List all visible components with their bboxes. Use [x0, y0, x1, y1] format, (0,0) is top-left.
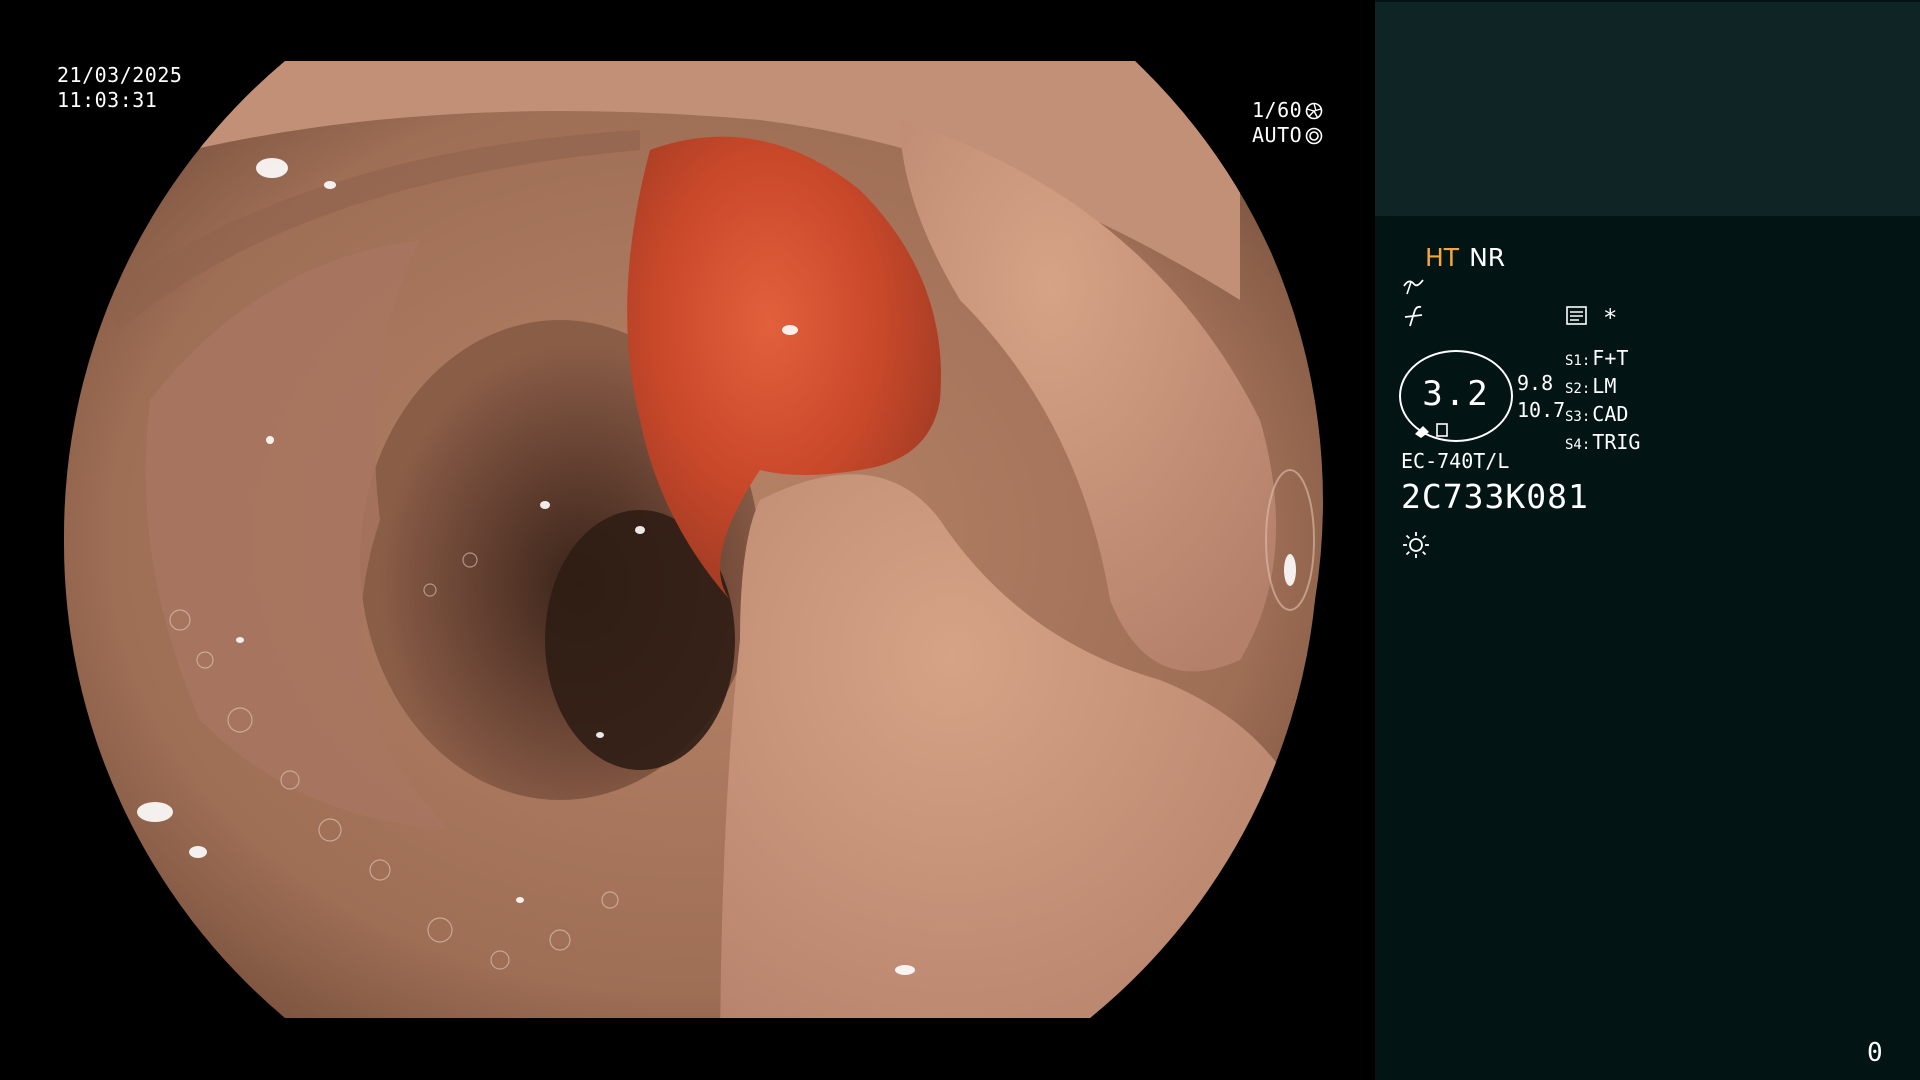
date-text: 21/03/2025	[57, 63, 183, 87]
color-enhancement-icon	[1401, 304, 1427, 335]
endoscopic-image	[63, 61, 1323, 1018]
scope-serial-number: 2C733K081	[1401, 477, 1589, 516]
structure-enhancement-icon	[1401, 274, 1427, 305]
side-panel-header-area	[1375, 2, 1920, 216]
iris-icon	[1305, 127, 1323, 144]
datetime-overlay: 21/03/2025 11:03:31	[57, 63, 182, 113]
preset-row: S2: LM	[1565, 374, 1617, 398]
zoom-level-icon	[1415, 423, 1448, 438]
frame-counter: 0	[1867, 1038, 1883, 1068]
shutter-overlay: 1/60 AUTO	[1252, 98, 1323, 148]
image-mode-indicator: HT NR	[1425, 245, 1505, 271]
preset-row: S3: CAD	[1565, 402, 1629, 426]
zoom-range: 9.8 10.7	[1517, 370, 1565, 424]
shutter-speed-text: 1/60	[1252, 98, 1303, 122]
nr-mode-label: NR	[1469, 243, 1506, 272]
zoom-range-lower: 10.7	[1517, 398, 1566, 422]
iris-mode-text: AUTO	[1252, 123, 1303, 147]
zoom-range-upper: 9.8	[1517, 371, 1554, 395]
light-source-icon	[1401, 530, 1431, 567]
endoscope-video-area: 21/03/2025 11:03:31 1/60 AUTO	[0, 0, 1375, 1080]
scope-model: EC-740T/L	[1401, 449, 1510, 473]
ht-mode-label: HT	[1425, 243, 1460, 272]
aperture-icon	[1305, 102, 1323, 119]
star-indicator: *	[1603, 304, 1618, 332]
zoom-indicator: 3.2	[1399, 350, 1513, 442]
side-info-panel: HT NR * 3.2 9.8 10.7 S1: F+T S2: LM S3: …	[1375, 0, 1920, 1080]
switch-presets: S1: F+T S2: LM S3: CAD S4: TRIG	[1565, 346, 1640, 458]
preset-row: S1: F+T	[1565, 346, 1629, 370]
time-text: 11:03:31	[57, 88, 158, 112]
memo-icon	[1565, 305, 1589, 334]
zoom-value: 3.2	[1422, 374, 1490, 414]
preset-row: S4: TRIG	[1565, 430, 1641, 454]
